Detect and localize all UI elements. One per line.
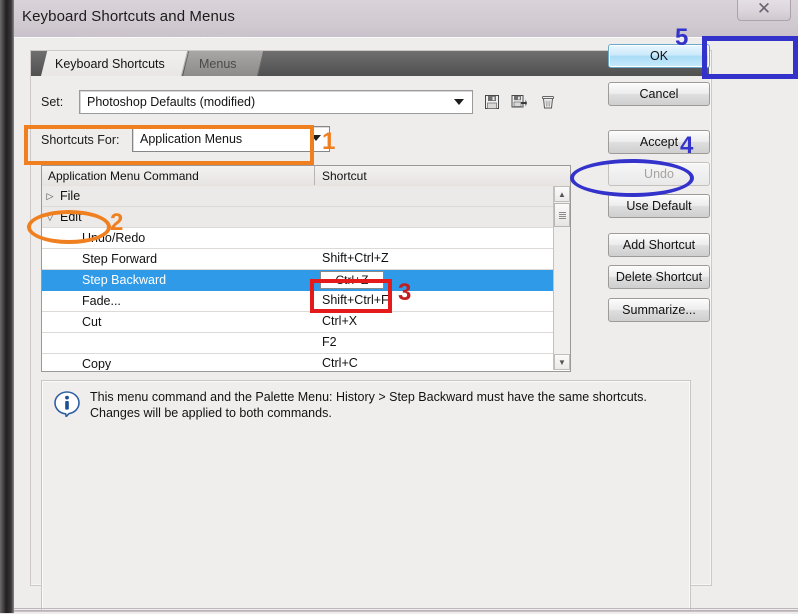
shortcuts-for-label: Shortcuts For: [41, 133, 120, 147]
row-shortcut: Shift+Ctrl+F [322, 293, 389, 307]
set-row: Set: Photoshop Defaults (modified) [41, 90, 691, 116]
chevron-down-icon[interactable]: ▽ [42, 212, 58, 223]
tab-label: Menus [199, 56, 237, 71]
set-dropdown[interactable]: Photoshop Defaults (modified) [79, 90, 473, 114]
save-as-icon [511, 94, 527, 107]
list-row-step-forward[interactable]: Step Forward Shift+Ctrl+Z [42, 249, 554, 270]
cancel-button[interactable]: Cancel [608, 82, 710, 106]
save-icon [485, 94, 499, 109]
row-command: Fade... [82, 294, 121, 308]
dialog-title: Keyboard Shortcuts and Menus [22, 8, 235, 25]
shortcuts-for-row: Shortcuts For: Application Menus [41, 126, 691, 154]
row-shortcut: Shift+Ctrl+Z [322, 251, 389, 265]
shortcut-edit-field[interactable]: Ctrl+Z [320, 271, 384, 289]
shortcuts-for-value: Application Menus [140, 132, 243, 146]
set-label: Set: [41, 95, 64, 109]
list-row-copy[interactable]: Copy Ctrl+C [42, 354, 554, 370]
delete-shortcut-button[interactable]: Delete Shortcut [608, 265, 710, 289]
delete-set-button[interactable] [537, 91, 559, 112]
list-row-blank-f2[interactable]: F2 [42, 333, 554, 354]
list-row-undo-redo[interactable]: Undo/Redo [42, 228, 554, 249]
button-column: OK Cancel Accept Undo Use Default Add Sh… [608, 38, 798, 614]
row-command: Edit [60, 210, 82, 224]
footer-edge [14, 610, 798, 612]
tab-keyboard-shortcuts[interactable]: Keyboard Shortcuts [41, 51, 189, 76]
scroll-up-icon[interactable]: ▲ [554, 186, 570, 202]
dialog-body: Keyboard Shortcuts Menus Set: Photoshop … [14, 37, 798, 614]
scrollbar-thumb[interactable] [554, 203, 570, 227]
info-panel: This menu command and the Palette Menu: … [41, 380, 691, 612]
info-text: This menu command and the Palette Menu: … [90, 389, 670, 421]
info-line-1: This menu command and the Palette Menu: … [90, 390, 647, 404]
row-command: File [60, 189, 81, 203]
row-command: Cut [82, 315, 102, 329]
info-icon [54, 391, 80, 419]
list-body: ▷ File ▽ Edit Undo/Redo Step Forward Shi… [42, 186, 554, 370]
add-shortcut-button[interactable]: Add Shortcut [608, 233, 710, 257]
delete-icon [542, 95, 554, 108]
shortcuts-for-dropdown[interactable]: Application Menus [132, 126, 330, 152]
undo-button[interactable]: Undo [608, 162, 710, 186]
list-row-cut[interactable]: Cut Ctrl+X [42, 312, 554, 333]
list-row-edit[interactable]: ▽ Edit [42, 207, 554, 228]
row-command: Copy [82, 357, 112, 370]
row-shortcut: Ctrl+C [322, 356, 358, 370]
row-command: Step Forward [82, 252, 158, 266]
list-row-fade[interactable]: Fade... Shift+Ctrl+F [42, 291, 554, 312]
close-icon: ✕ [756, 0, 772, 18]
column-divider [314, 166, 315, 185]
chevron-right-icon[interactable]: ▷ [42, 191, 58, 202]
row-command: Step Backward [82, 273, 167, 287]
list-row-step-backward[interactable]: Step Backward Ctrl+Z [42, 270, 554, 291]
keyboard-shortcuts-dialog: Keyboard Shortcuts and Menus Keyboard Sh… [14, 0, 798, 614]
accept-button[interactable]: Accept [608, 130, 710, 154]
tab-label: Keyboard Shortcuts [55, 56, 165, 71]
row-shortcut: F2 [322, 335, 337, 349]
row-shortcut: Ctrl+X [322, 314, 358, 328]
shortcut-list: Application Menu Command Shortcut ▷ File… [41, 165, 571, 372]
tab-menus[interactable]: Menus [183, 51, 265, 76]
grip-icon [558, 211, 566, 219]
info-line-2: Changes will be applied to both commands… [90, 406, 332, 420]
list-header: Application Menu Command Shortcut [42, 166, 570, 187]
close-button[interactable]: ✕ [737, 0, 791, 21]
dialog-titlebar: Keyboard Shortcuts and Menus Keyboard Sh… [14, 0, 798, 42]
scroll-down-icon[interactable]: ▼ [554, 354, 570, 370]
save-set-as-button[interactable] [508, 91, 530, 112]
list-row-file[interactable]: ▷ File [42, 186, 554, 207]
row-command: Undo/Redo [82, 231, 146, 245]
column-header-shortcut: Shortcut [322, 169, 367, 183]
use-default-button[interactable]: Use Default [608, 194, 710, 218]
chevron-down-icon [454, 99, 464, 105]
column-header-command: Application Menu Command [48, 169, 199, 183]
footer-divider [14, 608, 798, 609]
set-value: Photoshop Defaults (modified) [87, 95, 256, 109]
chevron-down-icon [311, 135, 321, 141]
ok-button[interactable]: OK [608, 44, 710, 68]
save-set-button[interactable] [481, 91, 503, 112]
window-left-edge [0, 0, 14, 613]
summarize-button[interactable]: Summarize... [608, 298, 710, 322]
list-scrollbar[interactable]: ▲ ▼ [553, 186, 570, 370]
